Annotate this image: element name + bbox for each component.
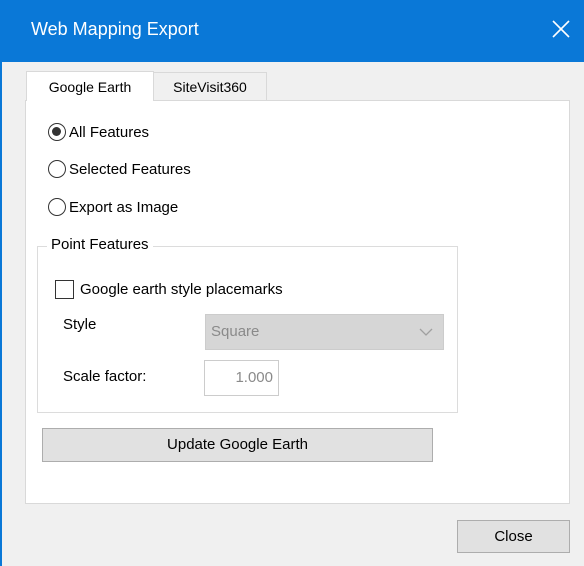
radio-selected-features[interactable]: Selected Features [48,158,191,180]
radio-label: Export as Image [69,198,179,216]
window-border [0,62,2,566]
placemarks-label: Google earth style placemarks [80,280,283,298]
group-legend: Point Features [47,236,153,253]
placemarks-checkbox[interactable] [55,279,74,299]
chevron-down-icon [419,328,433,336]
window-title: Web Mapping Export [31,19,199,39]
tab-sitevisit360[interactable]: SiteVisit360 [153,72,267,100]
close-icon [552,20,570,38]
style-dropdown[interactable]: Square [205,314,444,350]
close-button[interactable]: Close [457,520,570,553]
style-label: Style [63,316,97,333]
radio-button[interactable] [48,123,66,141]
style-value: Square [211,323,260,340]
tab-google-earth[interactable]: Google Earth [26,71,154,101]
scale-factor-label: Scale factor: [63,368,147,385]
radio-button[interactable] [48,198,66,216]
web-mapping-export-dialog: Web Mapping Export Google Earth SiteVisi… [0,0,584,566]
title-bar: Web Mapping Export [0,0,584,62]
radio-all-features[interactable]: All Features [48,121,149,143]
radio-export-as-image[interactable]: Export as Image [48,196,178,218]
placemarks-checkbox-row[interactable]: Google earth style placemarks [55,277,283,301]
radio-label: Selected Features [69,160,191,178]
window-close-button[interactable] [546,12,576,46]
update-google-earth-button[interactable]: Update Google Earth [42,428,433,462]
radio-button[interactable] [48,160,66,178]
scale-factor-input[interactable]: 1.000 [204,360,279,396]
radio-label: All Features [69,123,150,141]
